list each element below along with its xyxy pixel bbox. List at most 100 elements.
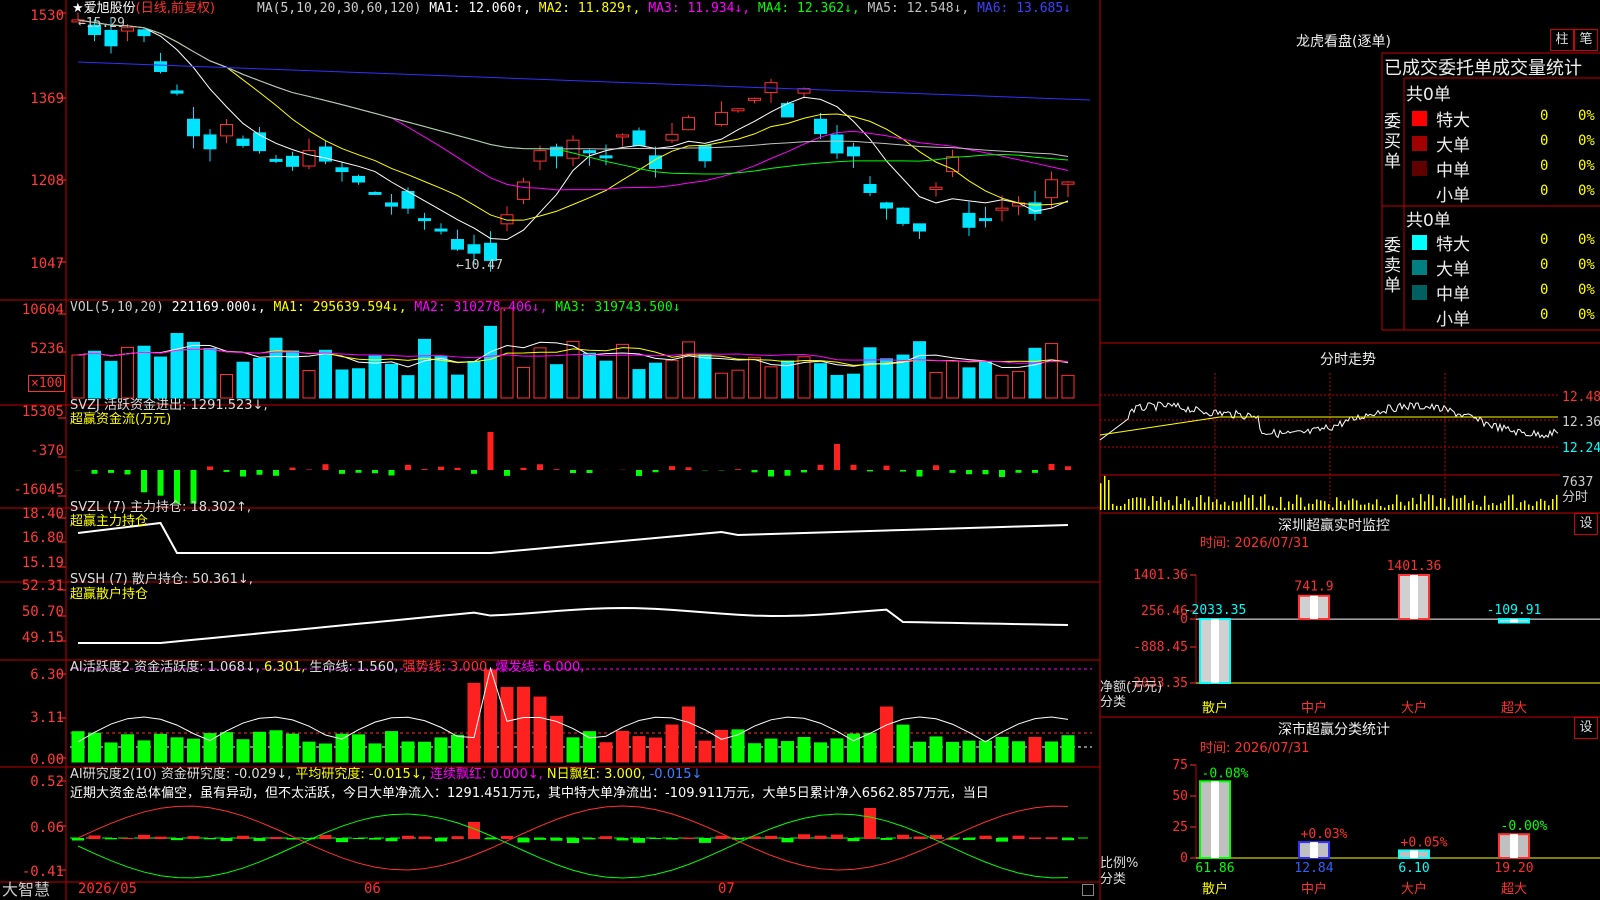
activity-bar xyxy=(434,737,448,763)
intraday-volume-bar xyxy=(1120,506,1122,510)
intraday-volume-bar xyxy=(1224,501,1226,510)
intraday-price-line xyxy=(1099,401,1559,441)
lock-icon[interactable] xyxy=(1082,884,1094,896)
candle-body xyxy=(748,97,761,101)
monitor-bar-highlight xyxy=(1310,595,1318,620)
research-bar xyxy=(534,838,546,840)
buy-row-label: 特大 xyxy=(1436,111,1470,131)
period-mode[interactable]: (日线,前复权) xyxy=(136,1,215,16)
ai-active-tick: 6.30 xyxy=(30,667,64,683)
fundflow-bar xyxy=(421,469,428,470)
sell-row-swatch xyxy=(1412,260,1427,275)
fundflow-bar xyxy=(1048,464,1055,470)
monitor-settings-button[interactable]: 设 xyxy=(1574,513,1598,535)
research-bar xyxy=(253,838,266,841)
research-bar xyxy=(402,835,414,839)
activity-bar xyxy=(1028,736,1042,763)
intraday-volume-bar xyxy=(1276,507,1278,510)
classify-y-tick: 25 xyxy=(1172,820,1188,835)
ma-header-seg: MA(5,10,20,30,60,120) xyxy=(257,1,430,16)
candle-body xyxy=(847,146,860,157)
activity-bar xyxy=(220,732,233,763)
activity-bar xyxy=(385,731,398,763)
research-bar xyxy=(798,834,810,839)
fundflow-bar xyxy=(207,466,213,470)
candle-body xyxy=(632,130,646,146)
intraday-price-high: 12.48 xyxy=(1562,390,1600,405)
svzl-tick: 16.80 xyxy=(21,530,64,546)
intraday-volume-bar xyxy=(1140,497,1142,510)
svzl-tick: 18.40 xyxy=(21,506,64,522)
tab-tick-view[interactable]: 笔 xyxy=(1574,29,1598,51)
ai-research-header-seg: 平均研究度: -0.015↓, xyxy=(295,767,430,782)
intraday-volume-bar xyxy=(1204,502,1206,510)
price-tick: 1369 xyxy=(30,91,64,107)
candle-body xyxy=(104,29,118,47)
volume-bar xyxy=(451,374,464,399)
fundflow-bar xyxy=(438,466,444,470)
activity-bar xyxy=(253,731,266,763)
activity-bar xyxy=(269,730,283,763)
tab-bar-view[interactable]: 柱 xyxy=(1550,29,1574,51)
activity-bar xyxy=(715,729,728,763)
classify-settings-button[interactable]: 设 xyxy=(1574,717,1598,739)
intraday-volume-bar xyxy=(1172,505,1174,510)
fundflow-bar xyxy=(768,470,774,477)
intraday-volume-bar xyxy=(1356,500,1358,510)
intraday-volume-bar xyxy=(1328,504,1330,510)
volume-bar xyxy=(467,360,481,399)
intraday-volume-bar xyxy=(1520,502,1522,510)
intraday-volume-bar xyxy=(1460,497,1462,510)
sell-row-label: 大单 xyxy=(1436,260,1470,280)
low-price-label: ←10.47 xyxy=(456,258,503,273)
volume-bar xyxy=(236,361,250,399)
research-bar xyxy=(336,838,348,843)
activity-bar xyxy=(88,732,101,763)
ai-active-header-seg: 强势线: 3.000, xyxy=(402,660,496,675)
fundflow-bar xyxy=(504,470,510,476)
chart-canvas[interactable]: 1401.36256.460-888.45-2033.35-2033.35散户7… xyxy=(0,0,1600,900)
buy-row-count: 0 xyxy=(1540,133,1549,149)
buy-side-label: 委买单 xyxy=(1384,112,1401,172)
candle-body xyxy=(616,134,629,138)
activity-bar xyxy=(616,730,629,763)
ai-research-tick: 0.06 xyxy=(30,820,64,836)
buy-row-swatch xyxy=(1412,111,1427,126)
research-bar xyxy=(649,838,662,840)
fundflow-bar xyxy=(108,470,114,473)
fundflow-bar xyxy=(900,470,906,472)
ai-active-tick: 0.00 xyxy=(30,752,64,768)
activity-bar xyxy=(995,736,1009,763)
fundflow-bar xyxy=(454,467,461,470)
research-bar xyxy=(831,834,843,839)
fundflow-bar xyxy=(355,470,362,473)
intraday-volume-bar xyxy=(1148,506,1150,510)
svsh-sub: 超赢散户持仓 xyxy=(70,587,149,602)
buy-row-label: 小单 xyxy=(1436,186,1470,206)
classify-change-label: +0.03% xyxy=(1301,827,1348,842)
activity-bar xyxy=(533,696,547,763)
activity-bar xyxy=(797,736,811,763)
intraday-volume-bar xyxy=(1312,503,1314,510)
volume-bar xyxy=(946,360,959,399)
fundflow-bar xyxy=(240,470,246,477)
candle-body xyxy=(418,218,431,222)
fundflow-bar xyxy=(306,469,312,470)
intraday-volume-bar xyxy=(1524,500,1526,510)
fundflow-bar xyxy=(949,470,956,473)
sell-row-count: 0 xyxy=(1540,282,1549,298)
sell-row-count: 0 xyxy=(1540,307,1549,323)
volume-bar xyxy=(863,347,877,399)
fundflow-bar xyxy=(669,466,675,470)
vol-header-seg: MA3: 319743.500↓ xyxy=(555,300,681,315)
research-bar xyxy=(666,838,678,840)
intraday-vol-label: 7637 xyxy=(1562,475,1594,490)
intraday-volume-bar xyxy=(1372,504,1374,510)
fundflow-bar xyxy=(174,470,180,504)
activity-bar xyxy=(451,734,464,763)
ai-research-header-seg: 连续飘红: 0.000↓, xyxy=(429,767,547,782)
buy-row-swatch xyxy=(1412,136,1427,151)
candle-body xyxy=(286,155,299,167)
fundflow-bar xyxy=(784,470,791,476)
activity-bar xyxy=(121,734,134,763)
